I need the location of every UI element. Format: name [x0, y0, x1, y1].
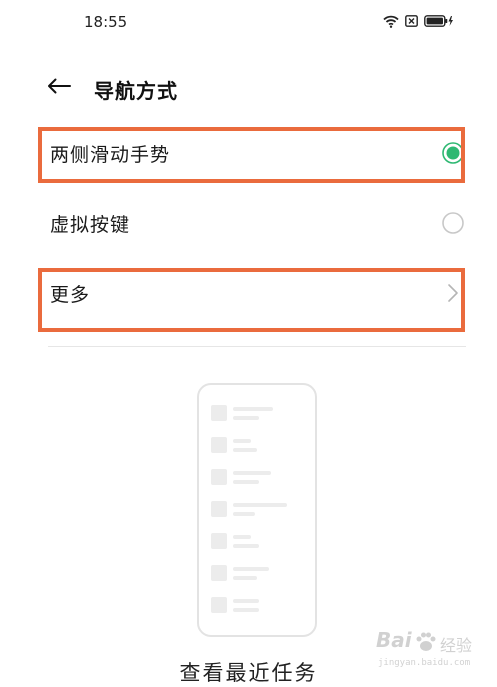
wifi-icon — [383, 15, 399, 28]
watermark-url: jingyan.baidu.com — [378, 658, 471, 668]
battery-charging-icon — [424, 15, 454, 27]
highlight-box — [38, 268, 465, 332]
watermark-brand: Bai — [376, 628, 412, 652]
arrow-left-icon — [47, 78, 71, 98]
back-button[interactable] — [44, 74, 74, 102]
phone-preview-illustration — [197, 383, 317, 637]
paw-icon — [414, 630, 438, 658]
option-label: 虚拟按键 — [50, 214, 131, 236]
baidu-jingyan-watermark: Bai 经验 jingyan.baidu.com — [356, 626, 488, 674]
status-bar: 18:55 — [0, 0, 497, 44]
status-time: 18:55 — [84, 13, 128, 31]
watermark-brand-cn: 经验 — [440, 636, 473, 655]
radio-unselected-icon[interactable] — [441, 211, 465, 235]
recent-tasks-list-illustration — [211, 405, 287, 613]
highlight-box — [38, 127, 465, 183]
divider — [48, 346, 466, 347]
page-header: 导航方式 — [0, 66, 497, 110]
status-icons — [383, 14, 454, 28]
option-virtual-keys[interactable]: 虚拟按键 — [40, 196, 467, 252]
sim-x-icon — [405, 15, 418, 27]
page-title: 导航方式 — [94, 79, 178, 103]
